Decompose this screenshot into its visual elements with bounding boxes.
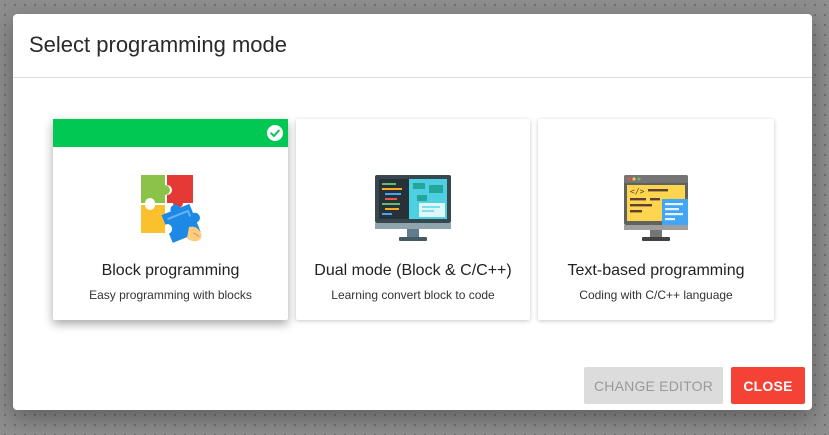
mode-title: Block programming — [101, 262, 240, 279]
selected-indicator-bar — [53, 119, 288, 147]
mode-card-block[interactable]: Block programming Easy programming with … — [53, 119, 288, 320]
change-editor-button[interactable]: CHANGE EDITOR — [584, 367, 723, 404]
select-mode-dialog: Select programming mode Block programmin… — [13, 14, 812, 410]
svg-text:</>: </> — [630, 187, 645, 196]
mode-subtitle: Learning convert block to code — [331, 288, 495, 302]
mode-card-dual[interactable]: Dual mode (Block & C/C++) Learning conve… — [296, 119, 530, 320]
monitor-code-icon — [375, 175, 451, 241]
puzzle-icon — [140, 175, 201, 243]
mode-card-text[interactable]: </> Text-based programming Coding with C… — [538, 119, 774, 320]
mode-subtitle: Coding with C/C++ language — [579, 288, 733, 302]
mode-cards: Block programming Easy programming with … — [53, 119, 775, 321]
mode-subtitle: Easy programming with blocks — [89, 288, 252, 302]
code-monitor-icon: </> — [624, 175, 688, 241]
check-circle-icon — [267, 125, 283, 141]
mode-title: Dual mode (Block & C/C++) — [314, 262, 512, 279]
dialog-header: Select programming mode — [13, 14, 812, 78]
mode-title: Text-based programming — [567, 262, 745, 279]
dialog-title: Select programming mode — [29, 32, 288, 57]
close-button[interactable]: CLOSE — [731, 367, 805, 404]
